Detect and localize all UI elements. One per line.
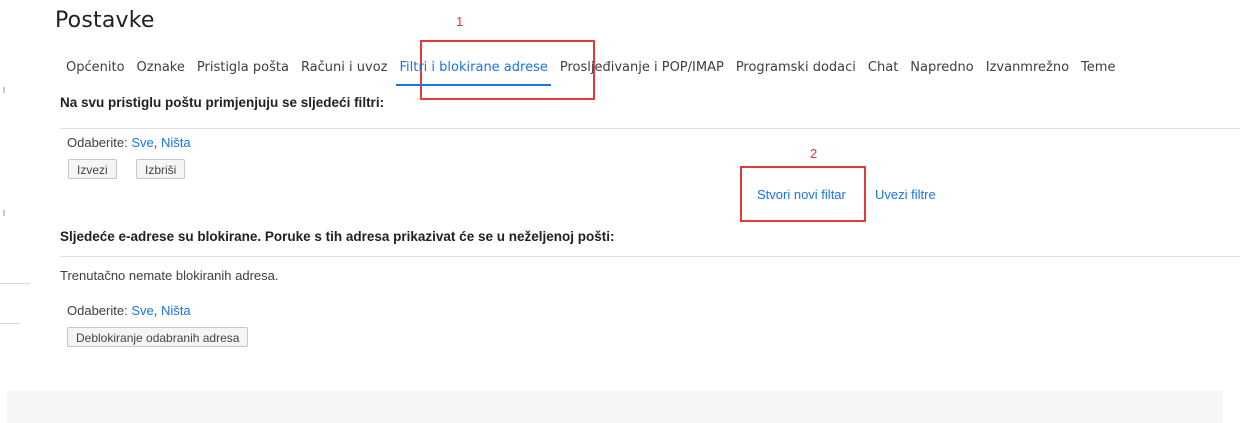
select-none-link[interactable]: Ništa (161, 303, 191, 318)
select-separator: , (153, 303, 158, 318)
tab-forwarding-pop-imap[interactable]: Prosljeđivanje i POP/IMAP (554, 50, 730, 86)
tab-accounts-import[interactable]: Računi i uvoz (295, 50, 394, 86)
divider (60, 256, 1240, 257)
tab-advanced[interactable]: Napredno (904, 50, 979, 86)
filters-select-row: Odaberite: Sve, Ništa (67, 135, 191, 150)
filters-section-title: Na svu pristiglu poštu primjenjuju se sl… (60, 95, 385, 110)
select-label: Odaberite: (67, 303, 128, 318)
select-none-link[interactable]: Ništa (161, 135, 191, 150)
tab-themes[interactable]: Teme (1075, 50, 1121, 86)
edge-mark (0, 283, 30, 284)
bottom-panel (7, 391, 1223, 423)
create-filter-link[interactable]: Stvori novi filtar (757, 187, 846, 202)
no-blocked-message: Trenutačno nemate blokiranih adresa. (60, 268, 279, 283)
blocked-select-row: Odaberite: Sve, Ništa (67, 303, 191, 318)
settings-tabs: Općenito Oznake Pristigla pošta Računi i… (60, 50, 1121, 86)
tab-inbox[interactable]: Pristigla pošta (191, 50, 295, 86)
tab-filters-blocked[interactable]: Filtri i blokirane adrese (393, 50, 553, 86)
delete-button[interactable]: Izbriši (136, 159, 186, 179)
edge-mark (3, 87, 5, 93)
select-separator: , (153, 135, 158, 150)
annotation-number-1: 1 (456, 14, 464, 29)
tab-chat[interactable]: Chat (862, 50, 904, 86)
edge-mark (0, 323, 20, 324)
tab-labels[interactable]: Oznake (131, 50, 191, 86)
import-filters-link[interactable]: Uvezi filtre (875, 187, 936, 202)
edge-mark (3, 210, 5, 216)
annotation-number-2: 2 (810, 146, 818, 161)
select-label: Odaberite: (67, 135, 128, 150)
export-button[interactable]: Izvezi (68, 159, 117, 179)
select-all-link[interactable]: Sve (131, 135, 153, 150)
divider (60, 128, 1240, 129)
tab-general[interactable]: Općenito (60, 50, 131, 86)
page-title: Postavke (55, 8, 155, 33)
tab-offline[interactable]: Izvanmrežno (980, 50, 1075, 86)
select-all-link[interactable]: Sve (131, 303, 153, 318)
tab-addons[interactable]: Programski dodaci (730, 50, 862, 86)
unblock-selected-button[interactable]: Deblokiranje odabranih adresa (67, 327, 249, 347)
blocked-section-title: Sljedeće e-adrese su blokirane. Poruke s… (60, 229, 615, 244)
